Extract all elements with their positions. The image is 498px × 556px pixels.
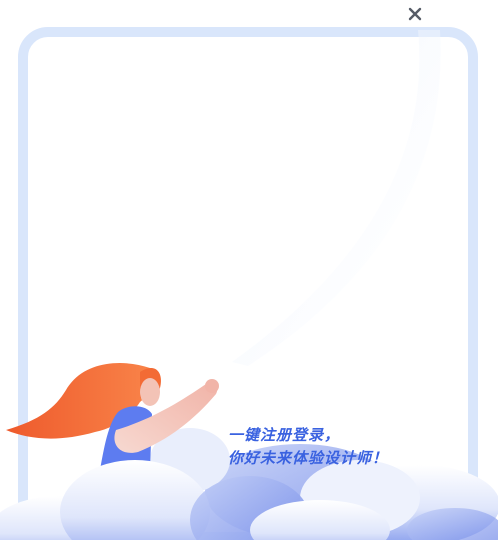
close-icon — [408, 6, 422, 25]
promo-line-1: 一键注册登录， — [228, 426, 341, 444]
promo-line-2: 你好未来体验设计师！ — [228, 449, 389, 467]
close-button[interactable] — [402, 2, 428, 28]
promo-slogan: 一键注册登录， 你好未来体验设计师！ — [228, 424, 388, 470]
